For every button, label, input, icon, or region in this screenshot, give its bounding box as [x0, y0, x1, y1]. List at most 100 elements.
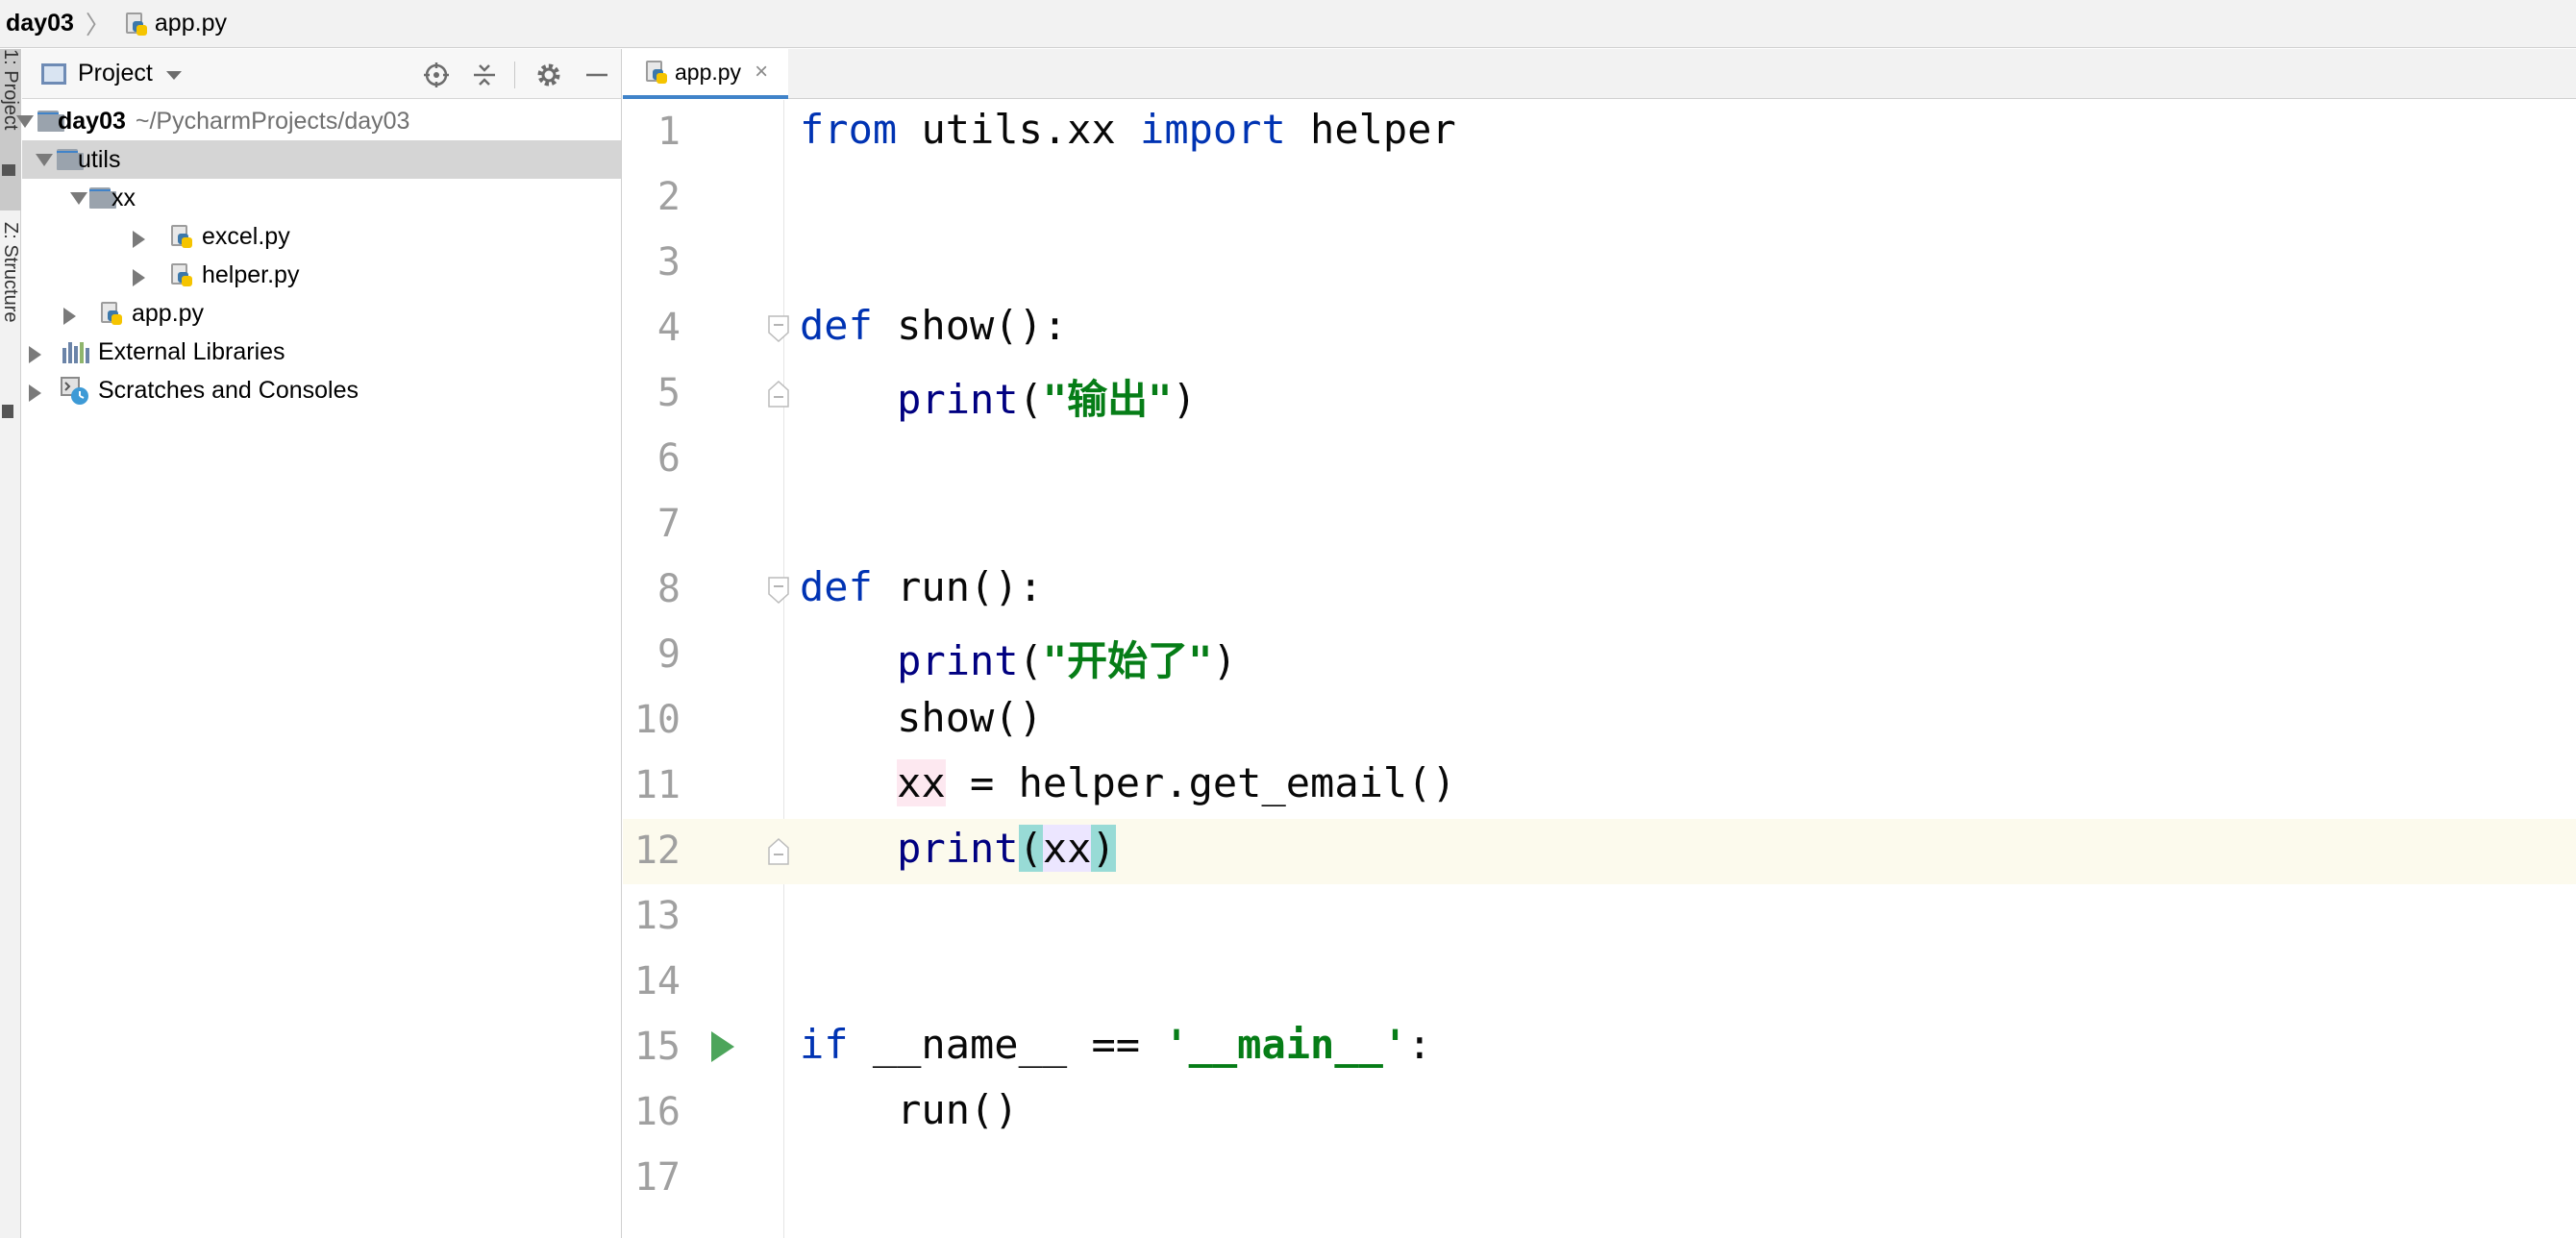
tree-item-label: External Libraries [98, 338, 285, 365]
close-icon[interactable]: × [755, 59, 768, 86]
keyword: if [800, 1021, 849, 1068]
code-text: show() [800, 694, 1043, 741]
tree-item-xx[interactable]: xx [22, 179, 621, 217]
navigation-bar: day03 〉 app.py [0, 0, 2576, 48]
string-literal: "开始了" [1042, 637, 1213, 684]
collapse-all-icon[interactable] [470, 61, 499, 89]
code-text: : [1407, 1021, 1432, 1068]
code-line: 15 if __name__ == '__main__': [623, 1015, 2576, 1080]
tree-item-external-libraries[interactable]: External Libraries [22, 333, 621, 371]
expand-arrow-icon[interactable] [133, 269, 145, 286]
project-view-icon [41, 62, 66, 85]
code-line: 13 [623, 884, 2576, 950]
structure-tool-window-button[interactable]: Z: Structure [0, 222, 21, 433]
line-number: 4 [656, 306, 681, 350]
python-file-icon [169, 262, 192, 287]
keyword: def [800, 302, 873, 349]
fold-open-icon[interactable] [767, 315, 790, 343]
breadcrumb-file[interactable]: app.py [155, 10, 227, 37]
line-number: 13 [633, 894, 681, 938]
code-line: 4 def show(): [623, 296, 2576, 361]
expand-arrow-icon[interactable] [16, 115, 34, 128]
tree-item-label: Scratches and Consoles [98, 377, 359, 404]
code-line: 14 [623, 950, 2576, 1015]
code-editor[interactable]: 1 from utils.xx import helper 2 3 4 def … [623, 100, 2576, 1238]
line-number: 3 [656, 240, 681, 285]
expand-arrow-icon[interactable] [133, 231, 145, 248]
line-number: 1 [656, 110, 681, 154]
line-number: 5 [656, 371, 681, 415]
chevron-down-icon[interactable] [165, 71, 182, 80]
project-tool-window-button[interactable]: 1: Project [0, 49, 21, 210]
code-line: 5 print("输出") [623, 361, 2576, 427]
code-text: = helper.get_email() [945, 759, 1456, 806]
python-file-icon [169, 224, 192, 249]
tree-item-label: app.py [132, 300, 205, 327]
run-icon[interactable] [711, 1031, 734, 1062]
fold-end-icon[interactable] [767, 380, 790, 408]
line-number: 15 [633, 1025, 681, 1069]
expand-arrow-icon[interactable] [29, 384, 41, 402]
tree-item-scratches-and-consoles[interactable]: Scratches and Consoles [22, 371, 621, 409]
code-line: 8 def run(): [623, 557, 2576, 623]
paren: ) [1212, 637, 1237, 684]
code-text: __name__ == [848, 1021, 1165, 1068]
line-number: 9 [656, 632, 681, 677]
paren: ) [1172, 376, 1197, 423]
expand-arrow-icon[interactable] [36, 154, 53, 166]
line-number: 17 [633, 1155, 681, 1200]
line-number: 11 [633, 763, 681, 807]
tree-item-day03[interactable]: day03 ~/PycharmProjects/day03 [16, 102, 621, 140]
line-number: 7 [656, 502, 681, 546]
code-line: 16 run() [623, 1080, 2576, 1146]
expand-arrow-icon[interactable] [70, 192, 87, 205]
line-number: 8 [656, 567, 681, 611]
current-code-line: 12 print(xx) [623, 819, 2576, 884]
python-file-icon [124, 12, 147, 37]
fold-end-icon[interactable] [767, 837, 790, 865]
tree-item-helper-py[interactable]: helper.py [22, 256, 621, 294]
minimize-icon[interactable] [582, 61, 611, 89]
line-number: 12 [633, 829, 681, 873]
tree-item-label: excel.py [202, 223, 290, 250]
fold-open-icon[interactable] [767, 577, 790, 605]
code-line: 6 [623, 427, 2576, 492]
keyword: import [1140, 106, 1286, 153]
string-literal: '__main__' [1164, 1021, 1408, 1068]
gear-icon[interactable] [534, 61, 563, 89]
locate-icon[interactable] [422, 61, 451, 89]
tab-label: app.py [675, 59, 742, 85]
tree-item-label: day03 [58, 108, 126, 135]
paren: ( [1018, 637, 1043, 684]
tree-item-label: xx [111, 185, 136, 211]
structure-icon [2, 405, 13, 418]
project-panel: Project day03 ~/PycharmProjects/day03 ut… [16, 49, 622, 1238]
expand-arrow-icon[interactable] [29, 346, 41, 363]
code-line: 3 [623, 231, 2576, 296]
toolbar-divider [514, 62, 515, 88]
library-icon [62, 340, 89, 363]
module-name: utils.xx [897, 106, 1141, 153]
code-text: show(): [872, 302, 1068, 349]
project-view-selector[interactable]: Project [78, 60, 153, 87]
tree-item-label: helper.py [202, 261, 300, 288]
code-line: 2 [623, 165, 2576, 231]
variable-highlight: xx [1042, 825, 1092, 872]
editor-tab-app-py[interactable]: app.py × [623, 49, 788, 99]
breadcrumb-project[interactable]: day03 [6, 10, 74, 37]
editor-tab-bar: app.py × [623, 49, 2576, 99]
code-line: 17 [623, 1146, 2576, 1211]
matched-paren: ( [1018, 825, 1043, 872]
code-line: 9 print("开始了") [623, 623, 2576, 688]
expand-arrow-icon[interactable] [63, 308, 76, 325]
tool-window-strip: 1: Project Z: Structure [0, 49, 21, 1238]
tree-item-excel-py[interactable]: excel.py [22, 217, 621, 256]
line-number: 6 [656, 436, 681, 481]
paren: ( [1018, 376, 1043, 423]
tree-item-utils[interactable]: utils [22, 140, 621, 179]
code-line: 1 from utils.xx import helper [623, 100, 2576, 165]
tree-item-app-py[interactable]: app.py [22, 294, 621, 333]
